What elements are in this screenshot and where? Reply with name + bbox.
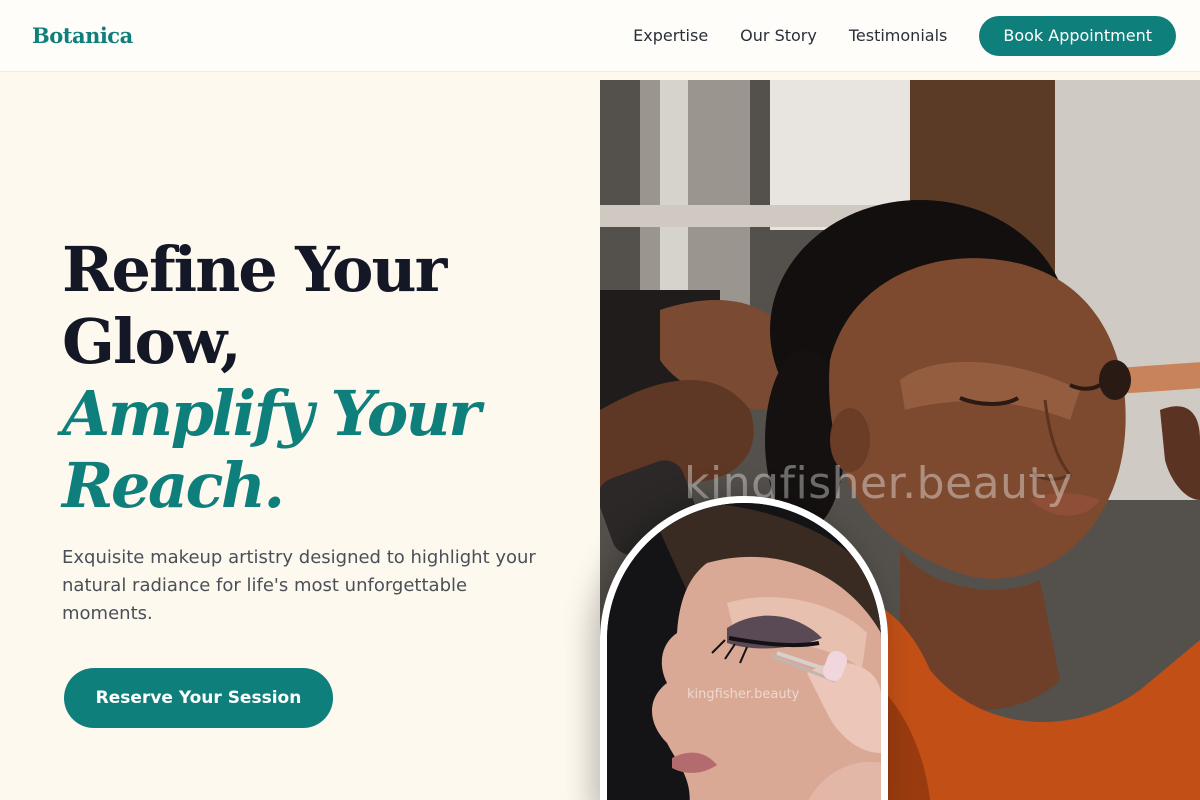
headline-line-1: Refine Your [62,233,447,306]
nav-link-expertise[interactable]: Expertise [633,26,708,45]
nav-link-our-story[interactable]: Our Story [740,26,817,45]
main-nav: Expertise Our Story Testimonials Book Ap… [633,15,1176,56]
reserve-session-button[interactable]: Reserve Your Session [64,668,333,728]
headline-accent-line-1: Amplify Your [62,377,481,450]
brand-logo[interactable]: Botanica [32,23,133,48]
hero-headline: Refine Your Glow, Amplify Your Reach. [62,234,582,522]
site-header: Botanica Expertise Our Story Testimonial… [0,0,1200,72]
hero-subtitle: Exquisite makeup artistry designed to hi… [62,547,536,624]
nav-link-testimonials[interactable]: Testimonials [849,26,948,45]
inset-watermark: kingfisher.beauty [687,687,800,702]
inset-photo-eyelash-application: kingfisher.beauty [600,496,888,800]
book-appointment-button[interactable]: Book Appointment [979,15,1176,56]
hero-text: Refine Your Glow, Amplify Your Reach. Ex… [62,234,582,628]
headline-accent-line-2: Reach. [62,449,285,522]
inset-photo-illustration [607,503,881,800]
headline-line-2: Glow, [62,305,242,378]
